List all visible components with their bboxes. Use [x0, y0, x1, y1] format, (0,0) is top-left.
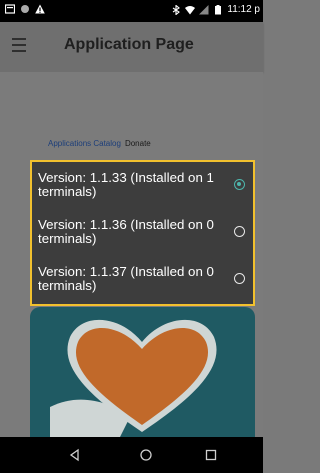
version-selector-dialog: Version: 1.1.33 (Installed on 1 terminal…	[30, 160, 255, 306]
breadcrumb-current: Donate	[124, 139, 151, 148]
version-option-label: Version: 1.1.37 (Installed on 0 terminal…	[38, 264, 214, 293]
app-bar: Application Page	[0, 22, 263, 72]
wifi-icon	[185, 5, 196, 14]
radio-button-selected[interactable]	[234, 179, 245, 190]
version-option[interactable]: Version: 1.1.36 (Installed on 0 terminal…	[32, 209, 253, 256]
status-time: 11:12 p	[227, 4, 260, 15]
status-bar: 11:12 p	[0, 0, 263, 22]
version-option-label: Version: 1.1.33 (Installed on 1 terminal…	[38, 170, 214, 199]
version-option-label: Version: 1.1.36 (Installed on 0 terminal…	[38, 217, 214, 246]
home-icon[interactable]	[138, 447, 154, 463]
back-icon[interactable]	[67, 447, 83, 463]
breadcrumb-link-catalog[interactable]: Applications Catalog	[48, 139, 121, 148]
heart-hand-icon	[50, 319, 217, 437]
hamburger-icon[interactable]	[12, 38, 26, 52]
circle-icon	[21, 5, 29, 13]
screen-icon	[5, 4, 15, 14]
bluetooth-icon	[173, 4, 181, 15]
app-icon-image	[30, 307, 255, 437]
radio-button[interactable]	[234, 226, 245, 237]
status-left	[5, 4, 45, 14]
status-right: 11:12 p	[171, 4, 260, 15]
battery-icon	[215, 4, 222, 14]
radio-button[interactable]	[234, 273, 245, 284]
navigation-bar	[0, 437, 263, 473]
recents-icon[interactable]	[203, 447, 219, 463]
page-title: Application Page	[64, 36, 194, 53]
breadcrumb: Applications Catalog Donate	[48, 139, 151, 148]
version-option[interactable]: Version: 1.1.33 (Installed on 1 terminal…	[32, 162, 253, 209]
version-option[interactable]: Version: 1.1.37 (Installed on 0 terminal…	[32, 256, 253, 303]
signal-icon	[199, 4, 209, 14]
warning-icon	[35, 4, 45, 14]
